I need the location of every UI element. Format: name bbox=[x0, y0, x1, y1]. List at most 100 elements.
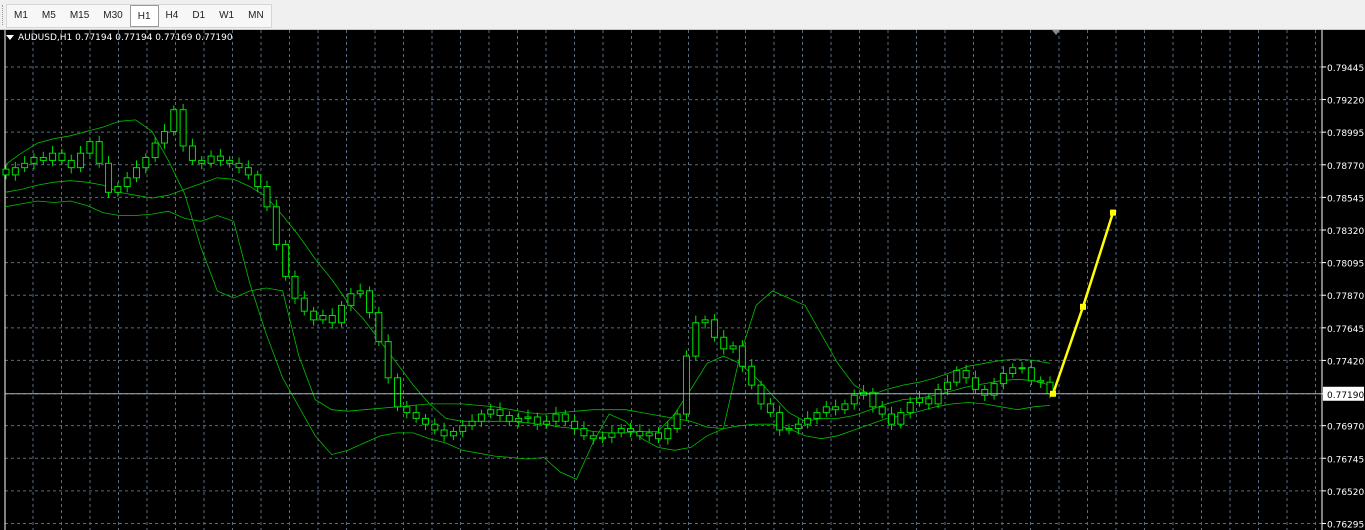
forecast-point[interactable] bbox=[1110, 209, 1116, 216]
candle-body[interactable] bbox=[160, 130, 168, 144]
candle-body[interactable] bbox=[580, 428, 588, 437]
candle-body[interactable] bbox=[412, 412, 420, 419]
collapse-triangle-icon[interactable] bbox=[6, 35, 14, 40]
candle-body[interactable] bbox=[850, 394, 858, 405]
candle-body[interactable] bbox=[822, 406, 830, 414]
candle-body[interactable] bbox=[869, 391, 877, 408]
candle-body[interactable] bbox=[328, 315, 336, 324]
candle-body[interactable] bbox=[934, 388, 942, 405]
candle-body[interactable] bbox=[571, 420, 579, 430]
candle-body[interactable] bbox=[748, 365, 756, 386]
candle-body[interactable] bbox=[804, 417, 812, 425]
candle-body[interactable] bbox=[338, 304, 346, 324]
timeframe-button-h1[interactable]: H1 bbox=[129, 5, 159, 27]
candle-body[interactable] bbox=[682, 355, 690, 415]
candle-body[interactable] bbox=[151, 142, 159, 159]
timeframe-button-m5[interactable]: M5 bbox=[35, 5, 63, 27]
candle-body[interactable] bbox=[1037, 380, 1045, 383]
candle-body[interactable] bbox=[477, 413, 485, 422]
candle-body[interactable] bbox=[1009, 367, 1017, 374]
candle-body[interactable] bbox=[636, 430, 644, 437]
candle-body[interactable] bbox=[11, 167, 19, 176]
candle-body[interactable] bbox=[366, 290, 374, 314]
timeframe-button-d1[interactable]: D1 bbox=[185, 5, 212, 27]
candle-body[interactable] bbox=[254, 174, 262, 188]
candle-body[interactable] bbox=[664, 428, 672, 440]
candle-body[interactable] bbox=[971, 377, 979, 390]
timeframe-button-h4[interactable]: H4 bbox=[159, 5, 186, 27]
candle-body[interactable] bbox=[77, 152, 85, 169]
candle-body[interactable] bbox=[832, 406, 840, 411]
candle-body[interactable] bbox=[720, 336, 728, 350]
candle-body[interactable] bbox=[813, 412, 821, 419]
candle-body[interactable] bbox=[347, 293, 355, 306]
candle-body[interactable] bbox=[766, 403, 774, 414]
candle-body[interactable] bbox=[999, 372, 1007, 385]
candle-body[interactable] bbox=[431, 423, 439, 431]
candle-body[interactable] bbox=[384, 341, 392, 379]
candle-body[interactable] bbox=[785, 428, 793, 431]
candle-body[interactable] bbox=[589, 435, 597, 440]
candle-body[interactable] bbox=[319, 315, 327, 321]
timeframe-button-w1[interactable]: W1 bbox=[212, 5, 241, 27]
candle-body[interactable] bbox=[710, 319, 718, 338]
candle-body[interactable] bbox=[226, 159, 234, 164]
candle-body[interactable] bbox=[449, 430, 457, 437]
candle-body[interactable] bbox=[878, 406, 886, 415]
candle-body[interactable] bbox=[216, 155, 224, 161]
forecast-point[interactable] bbox=[1080, 303, 1086, 310]
chart-window[interactable]: 0.79445 0.79220 0.78995 0.78770 0.78545 0.783… bbox=[0, 30, 1365, 530]
candle-body[interactable] bbox=[30, 157, 38, 164]
candle-body[interactable] bbox=[356, 290, 364, 295]
candle-body[interactable] bbox=[757, 384, 765, 405]
candle-body[interactable] bbox=[188, 145, 196, 161]
candle-body[interactable] bbox=[39, 157, 47, 161]
candle-body[interactable] bbox=[692, 322, 700, 357]
candle-body[interactable] bbox=[943, 381, 951, 390]
candle-body[interactable] bbox=[170, 109, 178, 132]
candle-body[interactable] bbox=[244, 167, 252, 176]
candle-body[interactable] bbox=[207, 155, 215, 164]
candle-body[interactable] bbox=[599, 436, 607, 440]
candle-body[interactable] bbox=[95, 141, 103, 164]
timeframe-button-mn[interactable]: MN bbox=[241, 5, 271, 27]
candle-body[interactable] bbox=[1018, 367, 1026, 370]
candle-body[interactable] bbox=[440, 429, 448, 437]
candle-body[interactable] bbox=[421, 417, 429, 425]
candle-body[interactable] bbox=[459, 425, 467, 432]
candle-body[interactable] bbox=[981, 388, 989, 396]
candle-body[interactable] bbox=[738, 345, 746, 367]
candle-body[interactable] bbox=[105, 162, 113, 193]
candle-body[interactable] bbox=[552, 413, 560, 422]
price-chart[interactable]: 0.79445 0.79220 0.78995 0.78770 0.78545 0.783… bbox=[0, 30, 1365, 530]
candle-body[interactable] bbox=[841, 403, 849, 411]
candle-body[interactable] bbox=[394, 377, 401, 408]
candle-body[interactable] bbox=[468, 420, 476, 427]
candle-body[interactable] bbox=[142, 157, 150, 169]
candle-body[interactable] bbox=[263, 186, 271, 208]
candle-body[interactable] bbox=[1027, 367, 1035, 382]
candle-body[interactable] bbox=[888, 413, 896, 425]
timeframe-button-m30[interactable]: M30 bbox=[96, 5, 129, 27]
forecast-line[interactable] bbox=[1051, 212, 1115, 395]
candle-body[interactable] bbox=[282, 243, 290, 277]
candle-body[interactable] bbox=[543, 420, 551, 425]
candle-body[interactable] bbox=[655, 432, 662, 440]
candle-body[interactable] bbox=[49, 152, 57, 161]
candle-body[interactable] bbox=[291, 275, 299, 299]
candle-body[interactable] bbox=[561, 413, 569, 422]
candle-body[interactable] bbox=[114, 186, 122, 193]
candle-body[interactable] bbox=[375, 312, 383, 343]
candle-body[interactable] bbox=[925, 397, 933, 405]
candle-body[interactable] bbox=[67, 159, 75, 169]
candle-body[interactable] bbox=[729, 345, 737, 350]
candle-body[interactable] bbox=[897, 412, 905, 425]
candle-body[interactable] bbox=[179, 109, 187, 147]
candle-body[interactable] bbox=[673, 413, 681, 430]
candle-body[interactable] bbox=[123, 177, 131, 188]
candle-body[interactable] bbox=[533, 416, 541, 425]
candle-body[interactable] bbox=[86, 141, 94, 154]
candle-body[interactable] bbox=[198, 159, 206, 164]
timeframe-button-m1[interactable]: M1 bbox=[7, 5, 35, 27]
candle-body[interactable] bbox=[617, 428, 625, 434]
